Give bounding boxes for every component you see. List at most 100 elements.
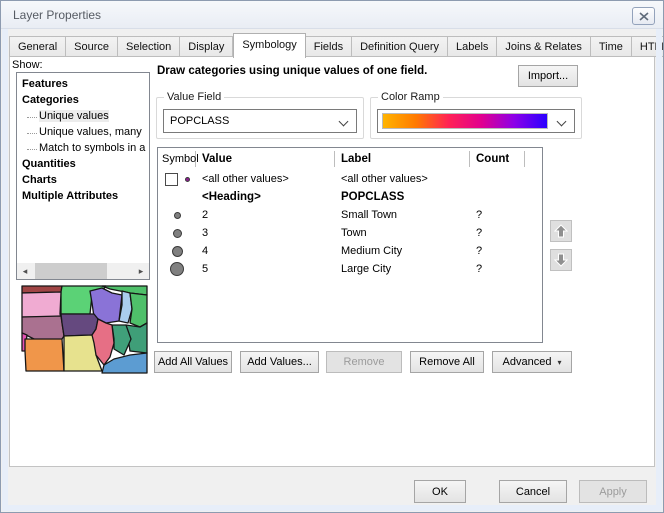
tree-item-label: Quantities	[22, 158, 76, 170]
point-symbol-icon	[185, 177, 190, 182]
table-row[interactable]: <Heading>POPCLASS	[158, 188, 542, 206]
column-header-count: Count	[470, 151, 525, 167]
tab-general[interactable]: General	[9, 36, 66, 57]
ok-button[interactable]: OK	[414, 480, 466, 503]
chevron-down-icon	[339, 117, 349, 127]
remove-button[interactable]: Remove	[326, 351, 402, 373]
tree-item-label: Unique values, many	[39, 126, 142, 138]
region-green-e	[130, 293, 147, 327]
button-label: Add Values...	[247, 356, 312, 368]
color-ramp-gradient	[382, 113, 548, 129]
label-cell: POPCLASS	[335, 191, 470, 203]
remove-all-button[interactable]: Remove All	[410, 351, 484, 373]
tree-item-label: Unique values	[39, 110, 109, 122]
color-ramp-dropdown[interactable]	[377, 109, 575, 133]
tree-item-label: Features	[22, 78, 68, 90]
scroll-right-icon[interactable]: ▸	[133, 263, 149, 279]
close-button[interactable]	[632, 7, 655, 25]
point-symbol-icon	[170, 262, 184, 276]
add-all-values-button[interactable]: Add All Values	[154, 351, 232, 373]
tab-joins-relates[interactable]: Joins & Relates	[497, 36, 590, 57]
move-down-button[interactable]	[550, 249, 572, 271]
region-mauve	[22, 316, 64, 340]
label-cell: Town	[335, 227, 470, 239]
tree-branch-line	[27, 130, 37, 134]
point-symbol-icon	[174, 212, 181, 219]
table-row[interactable]: 5Large City?	[158, 260, 542, 278]
show-tree-item-quantities[interactable]: Quantities	[17, 156, 149, 172]
value-field-group: Value Field POPCLASS	[156, 97, 364, 139]
dropdown-caret-icon: ▾	[557, 358, 561, 367]
title-bar[interactable]: Layer Properties	[1, 1, 663, 29]
advanced-button[interactable]: Advanced ▾	[492, 351, 572, 373]
show-tree-item-features[interactable]: Features	[17, 76, 149, 92]
value-cell: 4	[196, 245, 335, 257]
tab-time[interactable]: Time	[591, 36, 632, 57]
symbology-tab-page: Show: Features Categories Unique values Uni…	[9, 56, 655, 467]
value-cell: <all other values>	[196, 173, 335, 185]
all-other-values-checkbox[interactable]	[165, 173, 178, 186]
symbol-cell[interactable]	[158, 173, 196, 186]
window-title: Layer Properties	[13, 8, 101, 22]
table-row[interactable]: 3Town?	[158, 224, 542, 242]
tab-symbology[interactable]: Symbology	[233, 33, 305, 58]
tab-fields[interactable]: Fields	[306, 36, 352, 57]
symbol-cell[interactable]	[158, 246, 196, 257]
show-tree-item-unique-values-many[interactable]: Unique values, many	[17, 124, 149, 140]
tree-item-label: Multiple Attributes	[22, 190, 118, 202]
region-pink	[22, 292, 61, 317]
show-tree-item-charts[interactable]: Charts	[17, 172, 149, 188]
arrow-up-icon	[554, 224, 568, 238]
import-button[interactable]: Import...	[518, 65, 578, 87]
show-label: Show:	[12, 59, 43, 71]
arrow-down-icon	[554, 253, 568, 267]
label-cell: Large City	[335, 263, 470, 275]
color-ramp-group: Color Ramp	[370, 97, 582, 139]
show-tree-item-unique-values[interactable]: Unique values	[17, 108, 149, 124]
show-tree-item-match-to-symbols-in-a[interactable]: Match to symbols in a	[17, 140, 149, 156]
show-tree: Features Categories Unique values Unique va…	[16, 72, 150, 280]
cancel-button[interactable]: Cancel	[499, 480, 567, 503]
value-cell: 5	[196, 263, 335, 275]
tab-definition-query[interactable]: Definition Query	[352, 36, 448, 57]
draw-method-description: Draw categories using unique values of o…	[157, 65, 517, 77]
chevron-down-icon	[557, 117, 567, 127]
table-row[interactable]: 2Small Town?	[158, 206, 542, 224]
symbol-cell[interactable]	[158, 262, 196, 276]
count-cell: ?	[470, 209, 525, 221]
tree-item-label: Match to symbols in a	[39, 142, 145, 154]
window-frame	[2, 505, 662, 511]
tab-source[interactable]: Source	[66, 36, 118, 57]
scroll-thumb[interactable]	[35, 263, 107, 279]
move-up-button[interactable]	[550, 220, 572, 242]
label-cell: Medium City	[335, 245, 470, 257]
tab-display[interactable]: Display	[180, 36, 233, 57]
show-tree-item-categories[interactable]: Categories	[17, 92, 149, 108]
scroll-left-icon[interactable]: ◂	[17, 263, 33, 279]
categories-table-header: SymbolValueLabelCount	[158, 148, 542, 170]
tree-branch-line	[27, 146, 37, 150]
table-row[interactable]: <all other values><all other values>	[158, 170, 542, 188]
symbol-cell[interactable]	[158, 229, 196, 238]
map-preview	[18, 283, 148, 374]
tab-labels[interactable]: Labels	[448, 36, 497, 57]
tree-item-label: Categories	[22, 94, 79, 106]
apply-button[interactable]: Apply	[579, 480, 647, 503]
tree-horizontal-scrollbar[interactable]: ◂ ▸	[17, 263, 149, 279]
value-field-dropdown[interactable]: POPCLASS	[163, 109, 357, 133]
add-values--button[interactable]: Add Values...	[240, 351, 319, 373]
value-cell: 2	[196, 209, 335, 221]
label-cell: Small Town	[335, 209, 470, 221]
table-row[interactable]: 4Medium City?	[158, 242, 542, 260]
column-header-value: Value	[196, 151, 335, 167]
tab-selection[interactable]: Selection	[118, 36, 180, 57]
symbol-cell[interactable]	[158, 212, 196, 219]
value-cell: 3	[196, 227, 335, 239]
tree-item-label: Charts	[22, 174, 57, 186]
button-label: Advanced	[503, 356, 552, 368]
button-label: Add All Values	[158, 356, 228, 368]
label-cell: <all other values>	[335, 173, 470, 185]
region-teal	[112, 325, 131, 355]
show-tree-item-multiple-attributes[interactable]: Multiple Attributes	[17, 188, 149, 204]
point-symbol-icon	[172, 246, 183, 257]
